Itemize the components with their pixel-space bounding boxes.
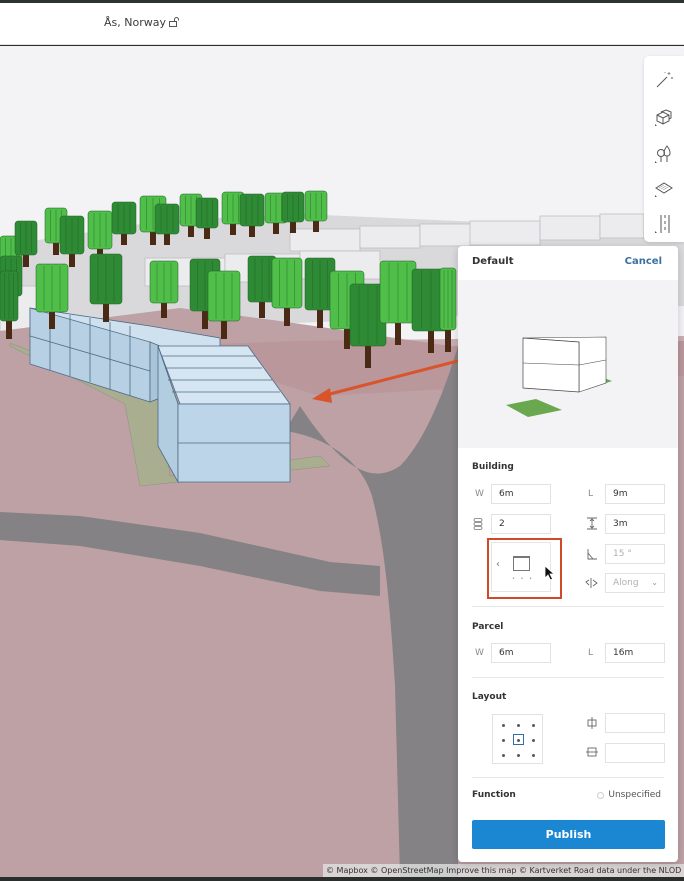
parcel-length-label: L xyxy=(588,648,594,658)
orientation-value: Along xyxy=(613,578,639,588)
app-header: Ås, Norway xyxy=(0,3,684,45)
parcel-width-label: W xyxy=(475,648,484,658)
road-tool[interactable] xyxy=(652,212,676,236)
anchor-bottom-left[interactable] xyxy=(502,754,505,757)
panel-header: Default Cancel xyxy=(458,246,678,280)
parcel-width-input[interactable]: 6m xyxy=(491,643,551,663)
building-preview xyxy=(458,280,678,448)
vertical-offset-icon xyxy=(586,747,598,757)
building-width-label: W xyxy=(475,489,484,499)
anchor-middle-left[interactable] xyxy=(502,739,505,742)
buildings-icon xyxy=(655,109,672,126)
tool-sidebar xyxy=(644,56,684,242)
building-preview-image xyxy=(506,336,612,417)
building-width-input[interactable]: 6m xyxy=(491,484,551,504)
anchor-center[interactable] xyxy=(517,739,520,742)
divider xyxy=(472,777,664,778)
anchor-middle-right[interactable] xyxy=(532,739,535,742)
anchor-bottom-right[interactable] xyxy=(532,754,535,757)
cancel-button[interactable]: Cancel xyxy=(625,256,662,267)
building-length-input[interactable]: 9m xyxy=(605,484,665,504)
layout-anchor-grid[interactable] xyxy=(492,714,543,764)
floor-height-input[interactable]: 3m xyxy=(605,514,665,534)
function-label: Function xyxy=(472,790,516,800)
orientation-select[interactable]: Along ⌄ xyxy=(605,573,665,593)
anchor-bottom-center[interactable] xyxy=(517,754,520,757)
roof-angle-icon xyxy=(587,549,597,560)
window-bottom-strip xyxy=(0,877,684,881)
building-section-label: Building xyxy=(472,462,514,472)
horizontal-offset-input[interactable] xyxy=(605,713,665,733)
floors-input[interactable]: 2 xyxy=(491,514,551,534)
function-radio[interactable] xyxy=(597,792,604,799)
vertical-offset-input[interactable] xyxy=(605,743,665,763)
function-value[interactable]: Unspecified xyxy=(608,790,661,800)
anchor-top-left[interactable] xyxy=(502,724,505,727)
orientation-icon xyxy=(585,578,598,588)
divider xyxy=(472,606,664,607)
horizontal-offset-icon xyxy=(587,717,597,729)
surface-tool[interactable] xyxy=(652,176,676,200)
trees-icon xyxy=(655,145,671,163)
chevron-down-icon: ⌄ xyxy=(651,578,658,587)
floor-height-icon xyxy=(587,517,597,530)
location-label: Ås, Norway xyxy=(104,16,166,29)
building-properties-panel: Default Cancel Building W 6m L 9m 2 3m ‹… xyxy=(458,246,678,862)
magic-wand-tool[interactable] xyxy=(652,68,676,92)
publish-button[interactable]: Publish xyxy=(472,820,665,849)
trees-tool[interactable] xyxy=(652,142,676,166)
anchor-top-right[interactable] xyxy=(532,724,535,727)
map-attribution[interactable]: © Mapbox © OpenStreetMap Improve this ma… xyxy=(323,864,684,877)
magic-wand-icon xyxy=(656,72,673,88)
divider xyxy=(472,677,664,678)
annotation-highlight-box xyxy=(487,538,562,599)
road-icon xyxy=(655,215,670,233)
layout-section-label: Layout xyxy=(472,692,507,702)
unlock-icon[interactable] xyxy=(167,15,181,29)
buildings-tool[interactable] xyxy=(652,105,676,129)
floors-icon xyxy=(473,518,483,530)
building-length-label: L xyxy=(588,489,594,499)
surface-icon xyxy=(655,182,673,197)
roof-angle-input[interactable]: 15 ° xyxy=(605,544,665,564)
parcel-section-label: Parcel xyxy=(472,622,504,632)
anchor-top-center[interactable] xyxy=(517,724,520,727)
parcel-length-input[interactable]: 16m xyxy=(605,643,665,663)
panel-title: Default xyxy=(472,256,514,267)
